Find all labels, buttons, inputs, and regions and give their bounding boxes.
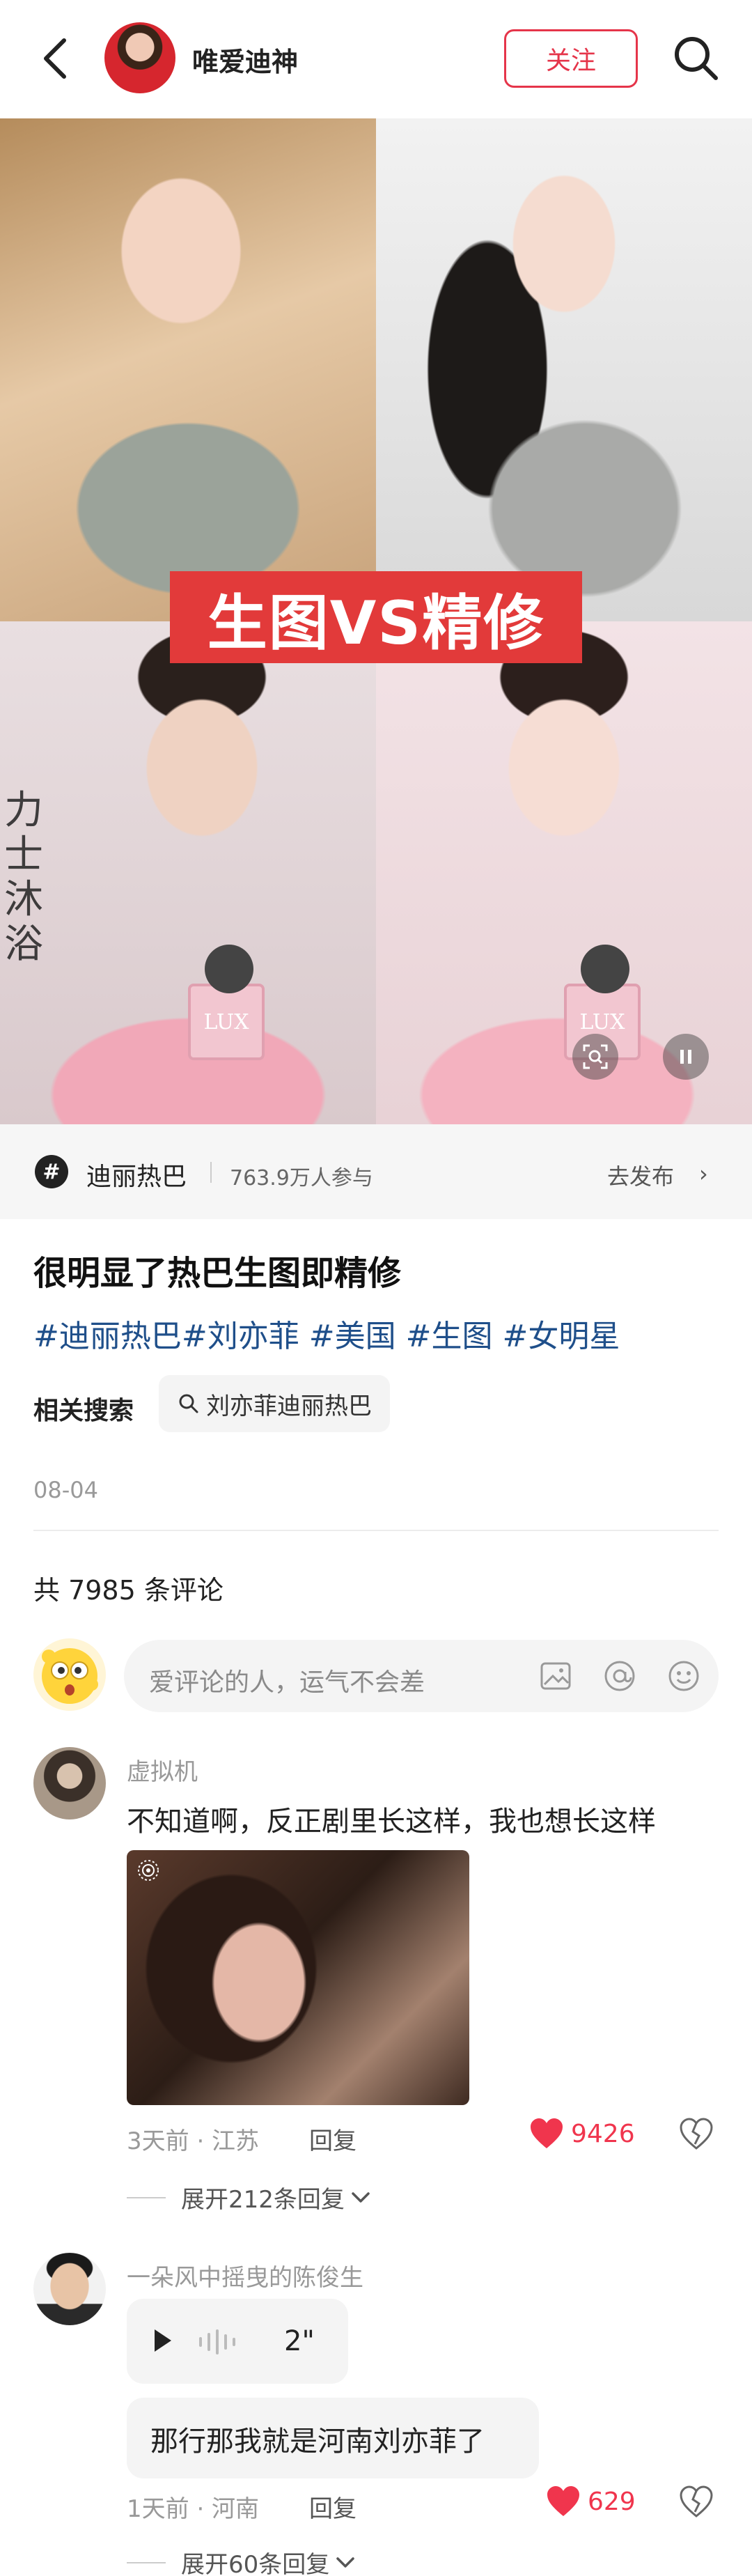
reply-button[interactable]: 回复 — [309, 2122, 357, 2156]
related-search-chip[interactable]: 刘亦菲迪丽热巴 — [159, 1375, 390, 1432]
photo-top-right — [376, 118, 752, 621]
emoji-icon[interactable] — [666, 1658, 702, 1694]
at-icon[interactable] — [602, 1658, 638, 1694]
topic-bar[interactable]: # 迪丽热巴 763.9万人参与 去发布 › — [0, 1124, 752, 1219]
top-bar: 唯爱迪神 关注 — [0, 0, 752, 118]
chevron-down-icon — [336, 2556, 355, 2568]
image-icon[interactable] — [538, 1658, 574, 1694]
chevron-down-icon — [352, 2191, 370, 2203]
pause-icon[interactable] — [663, 1034, 709, 1080]
photo-top-left — [0, 118, 376, 621]
like-button[interactable]: 9426 — [529, 2118, 635, 2150]
commenter-avatar[interactable] — [33, 1747, 106, 1820]
topic-participants: 763.9万人参与 — [230, 1166, 373, 1190]
heart-icon — [531, 2118, 563, 2148]
comment-text: 那行那我就是河南刘亦菲了 — [127, 2398, 539, 2478]
hashtag[interactable]: #刘亦菲 — [182, 1319, 299, 1354]
commenter-name[interactable]: 一朵风中摇曳的陈俊生 — [127, 2258, 363, 2292]
comment-input-placeholder: 爱评论的人，运气不会差 — [149, 1668, 425, 1697]
topic-hash-icon: # — [35, 1155, 68, 1188]
expand-replies-label: 展开212条回复 — [181, 2186, 345, 2214]
comment-time-location: 1天前 · 河南 — [127, 2495, 260, 2523]
hashtag[interactable]: #美国 — [299, 1319, 396, 1354]
expand-replies[interactable]: 展开60条回复 — [127, 2545, 357, 2576]
post-title: 很明显了热巴生图即精修 — [33, 1254, 402, 1293]
related-search-text: 刘亦菲迪丽热巴 — [206, 1392, 372, 1420]
audio-wave-icon — [199, 2327, 235, 2357]
heart-icon — [547, 2486, 579, 2516]
comparison-banner: 生图VS精修 — [170, 571, 582, 663]
live-photo-icon — [138, 1860, 159, 1881]
topic-name[interactable]: 迪丽热巴 — [86, 1156, 187, 1193]
dislike-heart-icon[interactable] — [678, 2116, 714, 2152]
background-sign-text: 力士沐浴 — [4, 788, 43, 967]
play-icon — [155, 2329, 171, 2352]
post-date: 08-04 — [33, 1477, 98, 1503]
chevron-right-icon[interactable]: › — [699, 1161, 708, 1187]
voice-duration: 2" — [284, 2325, 315, 2357]
reply-button[interactable]: 回复 — [309, 2490, 357, 2524]
divider — [210, 1162, 212, 1183]
hashtag[interactable]: #迪丽热巴 — [33, 1319, 182, 1354]
hashtag[interactable]: #女明星 — [492, 1319, 620, 1354]
mic-brand-text: LUX — [579, 1010, 625, 1034]
photo-bottom-left: 力士沐浴 LUX — [0, 621, 376, 1124]
comment-text: 不知道啊，反正剧里长这样，我也想长这样 — [127, 1806, 656, 1838]
hashtag-list: #迪丽热巴#刘亦菲 #美国 #生图 #女明星 — [33, 1311, 620, 1356]
like-button[interactable]: 629 — [546, 2485, 636, 2517]
author-name[interactable]: 唯爱迪神 — [192, 40, 298, 79]
author-avatar[interactable] — [104, 22, 175, 93]
hashtag[interactable]: #生图 — [396, 1319, 493, 1354]
back-arrow-icon[interactable] — [33, 33, 78, 84]
dislike-heart-icon[interactable] — [678, 2484, 714, 2520]
like-count: 9426 — [571, 2119, 635, 2148]
screen-search-icon[interactable] — [572, 1034, 618, 1080]
post-image[interactable]: 力士沐浴 LUX LUX 生图VS精修 — [0, 118, 752, 1124]
commenter-avatar[interactable] — [33, 2253, 106, 2325]
comment-input[interactable]: 爱评论的人，运气不会差 — [124, 1640, 719, 1712]
commenter-name[interactable]: 虚拟机 — [127, 1753, 198, 1787]
mic-brand-text: LUX — [203, 1010, 249, 1034]
divider — [127, 2561, 166, 2563]
comment-time-location: 3天前 · 江苏 — [127, 2127, 260, 2155]
comment-count: 共 7985 条评论 — [33, 1575, 224, 1606]
microphone: LUX — [188, 945, 265, 1060]
comment-image[interactable] — [127, 1850, 469, 2105]
follow-button[interactable]: 关注 — [504, 29, 638, 88]
my-avatar-emoji — [33, 1638, 106, 1711]
expand-replies[interactable]: 展开212条回复 — [127, 2180, 373, 2214]
divider — [127, 2196, 166, 2198]
like-count: 629 — [588, 2487, 636, 2516]
go-publish-link[interactable]: 去发布 — [607, 1159, 674, 1191]
voice-message[interactable]: 2" — [127, 2299, 348, 2384]
divider — [33, 1530, 719, 1531]
related-search-label: 相关搜索 — [33, 1397, 134, 1425]
expand-replies-label: 展开60条回复 — [181, 2551, 330, 2576]
search-icon[interactable] — [668, 31, 724, 86]
search-icon — [179, 1394, 198, 1413]
